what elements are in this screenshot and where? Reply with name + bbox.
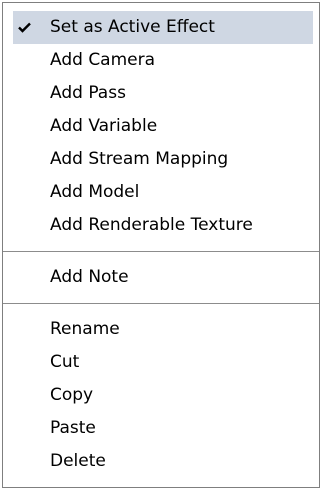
menu-item-add-note[interactable]: Add Note [13, 261, 313, 294]
menu-separator [3, 303, 319, 305]
menu-item-copy[interactable]: Copy [13, 379, 313, 412]
menu-item-add-camera[interactable]: Add Camera [13, 44, 313, 77]
checkmark-icon [18, 22, 31, 33]
menu-item-label: Add Pass [50, 83, 126, 103]
menu-item-add-stream-mapping[interactable]: Add Stream Mapping [13, 143, 313, 176]
menu-item-cut[interactable]: Cut [13, 346, 313, 379]
menu-item-label: Delete [50, 451, 106, 471]
menu-item-label: Rename [50, 319, 120, 339]
menu-item-label: Copy [50, 385, 94, 405]
menu-item-label: Paste [50, 418, 96, 438]
menu-item-label: Add Camera [50, 50, 156, 70]
menu-separator [3, 251, 319, 253]
menu-item-label: Add Model [50, 182, 140, 202]
menu-item-set-as-active-effect[interactable]: Set as Active Effect [13, 11, 313, 44]
menu-item-label: Add Stream Mapping [50, 149, 229, 169]
menu-item-add-pass[interactable]: Add Pass [13, 77, 313, 110]
menu-item-label: Cut [50, 352, 80, 372]
menu-item-delete[interactable]: Delete [13, 445, 313, 478]
menu-item-label: Set as Active Effect [50, 17, 215, 37]
menu-item-add-renderable-texture[interactable]: Add Renderable Texture [13, 209, 313, 242]
menu-item-paste[interactable]: Paste [13, 412, 313, 445]
menu-item-add-variable[interactable]: Add Variable [13, 110, 313, 143]
menu-item-rename[interactable]: Rename [13, 313, 313, 346]
menu-item-label: Add Note [50, 267, 129, 287]
menu-item-label: Add Renderable Texture [50, 215, 253, 235]
context-menu: Set as Active Effect Add Camera Add Pass… [2, 2, 320, 488]
menu-item-label: Add Variable [50, 116, 158, 136]
menu-item-add-model[interactable]: Add Model [13, 176, 313, 209]
